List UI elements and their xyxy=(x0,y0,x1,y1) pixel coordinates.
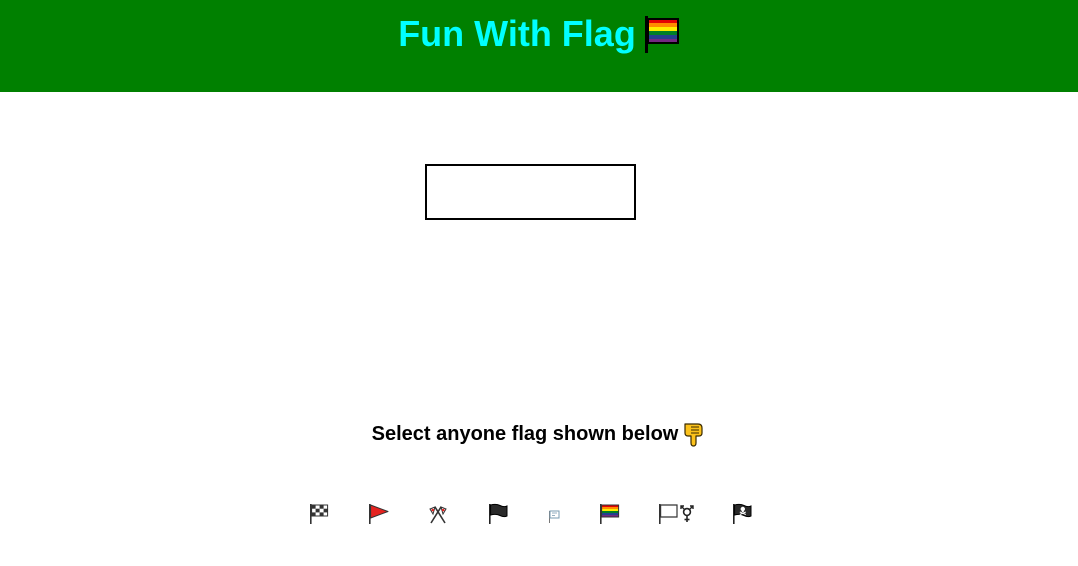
black-flag-icon xyxy=(489,503,508,524)
pirate-flag-icon xyxy=(733,503,752,524)
prompt-wrap: Select anyone flag shown below xyxy=(0,421,1078,447)
page-title: Fun With Flag xyxy=(398,13,636,54)
prompt-text: Select anyone flag shown below xyxy=(371,423,679,445)
flag-button-pirate[interactable] xyxy=(731,502,755,526)
pointing-down-hand-icon xyxy=(684,423,703,447)
flag-button-triangular[interactable] xyxy=(367,502,391,526)
flag-button-white[interactable] xyxy=(545,502,569,526)
transgender-flag-icon xyxy=(659,504,694,524)
header-bar: Fun With Flag xyxy=(0,0,1078,92)
flag-button-crossed[interactable] xyxy=(426,502,450,526)
triangular-flag-icon xyxy=(369,504,389,524)
flag-button-rainbow[interactable] xyxy=(598,502,622,526)
flag-button-black[interactable] xyxy=(487,502,511,526)
rainbow-flag-icon xyxy=(644,16,679,53)
white-flag-icon xyxy=(549,510,560,523)
selected-flag-display xyxy=(425,164,636,220)
flag-button-transgender[interactable] xyxy=(657,502,697,526)
rainbow-flag-icon xyxy=(600,504,620,524)
flag-button-chequered[interactable] xyxy=(308,502,332,526)
crossed-flags-icon xyxy=(429,506,447,524)
chequered-flag-icon xyxy=(310,504,329,524)
title-wrap: Fun With Flag xyxy=(0,14,1078,54)
